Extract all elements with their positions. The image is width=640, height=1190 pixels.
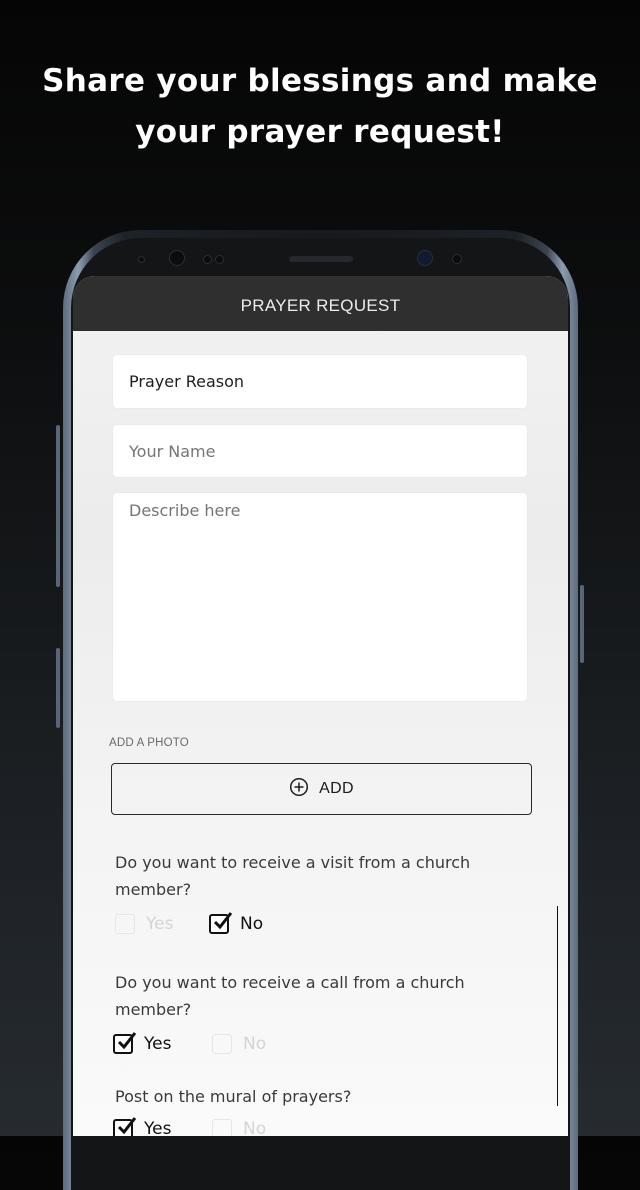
promo-headline: Share your blessings and make your praye…	[0, 56, 640, 158]
phone-speaker	[289, 256, 353, 262]
option-label: No	[240, 914, 264, 934]
call-no-checkbox[interactable]: No	[212, 1034, 266, 1054]
checkbox-unchecked-icon	[115, 914, 135, 934]
add-photo-label: ADD A PHOTO	[109, 737, 189, 749]
option-label: No	[243, 1119, 267, 1136]
add-photo-button-label: ADD	[319, 780, 354, 797]
phone-side-button-left-1	[56, 425, 60, 587]
scroll-indicator-line	[557, 906, 558, 1106]
page-title: PRAYER REQUEST	[240, 296, 401, 315]
question-call: Do you want to receive a call from a chu…	[115, 973, 465, 1019]
iris-scanner-icon	[417, 250, 433, 266]
app-bar: PRAYER REQUEST	[73, 276, 568, 331]
option-label: Yes	[144, 1034, 172, 1054]
visit-no-checkbox[interactable]: No	[209, 912, 264, 934]
phone-side-button-left-2	[56, 648, 60, 728]
checkbox-checked-icon	[209, 912, 233, 934]
plus-circle-icon	[289, 777, 309, 802]
question-mural: Post on the mural of prayers?	[115, 1087, 352, 1106]
option-label: No	[243, 1034, 267, 1054]
checkbox-unchecked-icon	[212, 1034, 232, 1054]
checkbox-unchecked-icon	[212, 1119, 232, 1136]
question-visit: Do you want to receive a visit from a ch…	[115, 853, 471, 899]
your-name-input[interactable]	[113, 425, 527, 477]
checkbox-checked-icon	[113, 1117, 137, 1136]
description-textarea[interactable]	[113, 493, 527, 701]
phone-sensor-dot	[452, 254, 462, 264]
prayer-reason-value: Prayer Reason	[129, 372, 245, 391]
phone-sensor-dot	[215, 255, 224, 264]
visit-yes-checkbox[interactable]: Yes	[115, 914, 173, 934]
phone-sensor-dot	[138, 256, 145, 263]
phone-sensor-dot	[203, 255, 212, 264]
front-camera-icon	[169, 250, 185, 266]
phone-side-button-right	[580, 585, 584, 663]
call-yes-checkbox[interactable]: Yes	[113, 1032, 172, 1054]
headline-line-2: your prayer request!	[135, 114, 505, 150]
app-screen: PRAYER REQUEST Prayer Reason ADD A PHOTO…	[73, 276, 568, 1136]
mural-no-checkbox[interactable]: No	[212, 1119, 266, 1136]
mural-yes-checkbox[interactable]: Yes	[113, 1117, 172, 1136]
prayer-reason-select[interactable]: Prayer Reason	[113, 355, 527, 408]
headline-line-1: Share your blessings and make	[42, 63, 598, 99]
option-label: Yes	[146, 914, 174, 934]
option-label: Yes	[144, 1119, 172, 1136]
add-photo-button[interactable]: ADD	[111, 763, 532, 815]
checkbox-checked-icon	[113, 1032, 137, 1054]
